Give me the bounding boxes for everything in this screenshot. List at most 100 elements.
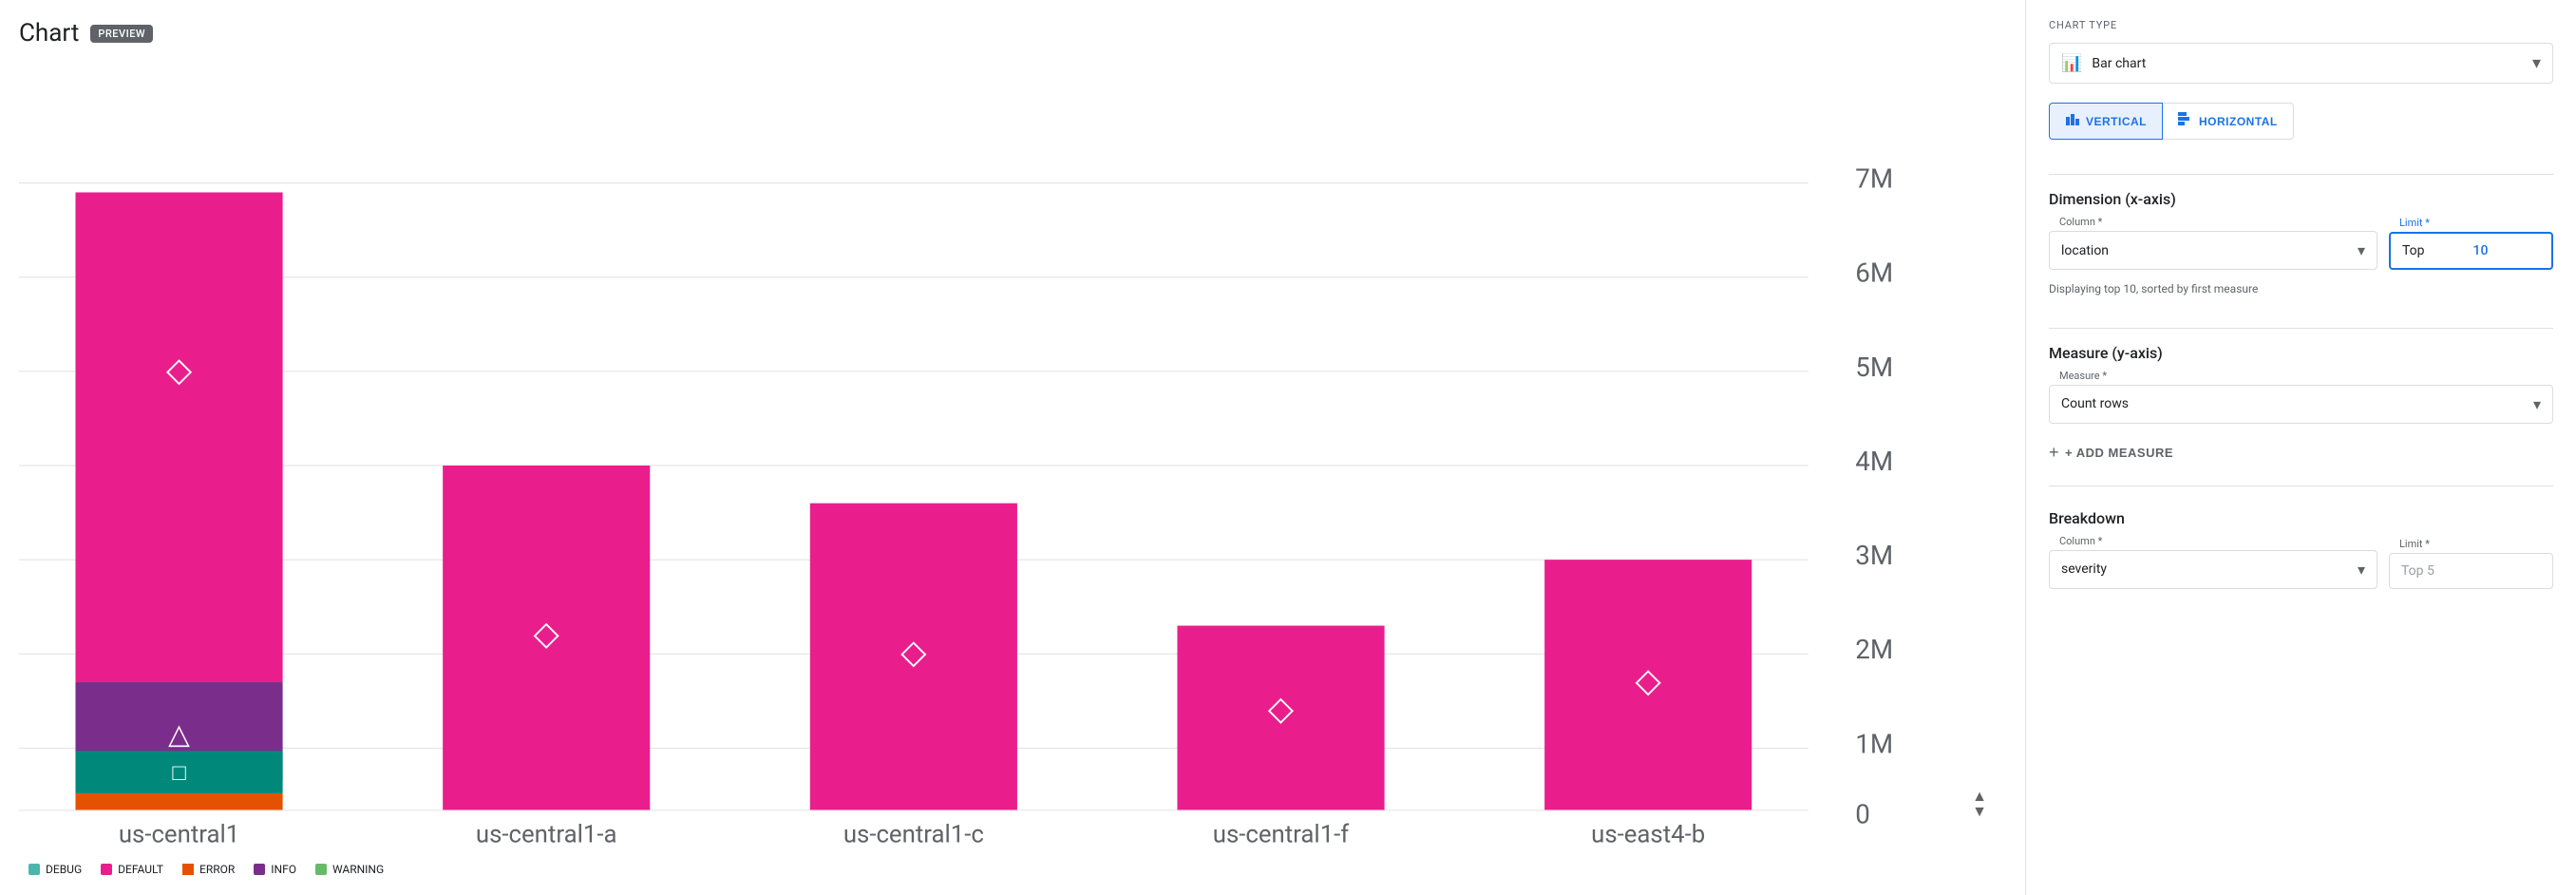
add-measure-plus-icon: + bbox=[2049, 443, 2059, 463]
breakdown-limit-placeholder[interactable]: Top 5 bbox=[2401, 563, 2541, 579]
column-label: Column * bbox=[2056, 216, 2105, 228]
chart-header: Chart PREVIEW bbox=[19, 19, 1997, 48]
breakdown-limit-input[interactable]: Top 5 bbox=[2389, 553, 2553, 589]
preview-badge: PREVIEW bbox=[90, 25, 153, 43]
breakdown-field-row: Column * severity ▾ Limit * Top 5 bbox=[2049, 543, 2553, 589]
orientation-buttons: VERTICAL HORIZONTAL bbox=[2049, 103, 2553, 140]
scroll-indicator[interactable]: ▲ ▼ bbox=[1972, 789, 1987, 819]
legend-warning: WARNING bbox=[315, 863, 384, 876]
measure-section: Measure (y-axis) Measure * Count rows ▾ … bbox=[2049, 344, 2553, 470]
bar-5-icon: ◇ bbox=[1635, 660, 1661, 700]
legend-info-label: INFO bbox=[271, 863, 296, 876]
limit-prefix: Top bbox=[2402, 243, 2470, 258]
vertical-icon bbox=[2065, 111, 2080, 131]
dimension-field-row: Column * location ▾ Limit * Top 10 bbox=[2049, 223, 2553, 270]
legend-error-dot bbox=[182, 864, 194, 875]
chart-type-label: Chart type bbox=[2049, 19, 2553, 31]
dimension-section: Dimension (x-axis) Column * location ▾ L… bbox=[2049, 190, 2553, 313]
y-label-2m: 2M bbox=[1855, 634, 1893, 665]
chart-svg: 7M 6M 5M 4M 3M 2M 1M 0 ◇ △ □ us-central1 bbox=[19, 67, 1997, 865]
breakdown-column-dropdown[interactable]: severity ▾ bbox=[2049, 550, 2377, 589]
bar-1-default bbox=[75, 192, 282, 682]
breakdown-column-label: Column * bbox=[2056, 535, 2105, 547]
scroll-down-icon[interactable]: ▼ bbox=[1972, 804, 1987, 819]
y-label-6m: 6M bbox=[1855, 257, 1893, 289]
breakdown-column-chevron: ▾ bbox=[2358, 561, 2365, 579]
measure-dropdown[interactable]: Count rows ▾ bbox=[2049, 385, 2553, 424]
legend: DEBUG DEFAULT ERROR INFO WARNING bbox=[19, 855, 1997, 876]
measure-value: Count rows bbox=[2061, 396, 2529, 411]
chart-container: 7M 6M 5M 4M 3M 2M 1M 0 ◇ △ □ us-central1 bbox=[19, 67, 1997, 876]
column-label-wrapper: Column * location ▾ bbox=[2049, 223, 2377, 270]
y-label-7m: 7M bbox=[1855, 163, 1893, 195]
measure-label-wrapper: Measure * Count rows ▾ bbox=[2049, 377, 2553, 424]
column-field-group: Column * location ▾ bbox=[2049, 223, 2377, 270]
breakdown-limit-label: Limit * bbox=[2396, 538, 2433, 550]
vertical-label: VERTICAL bbox=[2086, 115, 2147, 128]
horizontal-btn[interactable]: HORIZONTAL bbox=[2163, 103, 2294, 140]
y-label-0: 0 bbox=[1855, 799, 1870, 830]
legend-warning-label: WARNING bbox=[332, 863, 384, 876]
horizontal-icon bbox=[2178, 111, 2193, 131]
limit-input[interactable]: Top 10 bbox=[2389, 232, 2553, 270]
column-value: location bbox=[2061, 243, 2354, 258]
bar-3-icon: ◇ bbox=[900, 632, 927, 672]
y-label-5m: 5M bbox=[1855, 352, 1893, 383]
legend-default-dot bbox=[101, 864, 112, 875]
legend-debug-label: DEBUG bbox=[46, 863, 82, 876]
breakdown-column-value: severity bbox=[2061, 562, 2354, 577]
measure-chevron: ▾ bbox=[2533, 395, 2541, 413]
dimension-title: Dimension (x-axis) bbox=[2049, 190, 2553, 208]
breakdown-limit-label-wrapper: Limit * Top 5 bbox=[2389, 545, 2553, 589]
breakdown-column-group: Column * severity ▾ bbox=[2049, 543, 2377, 589]
limit-value[interactable]: 10 bbox=[2473, 243, 2541, 258]
bar-chart-icon: 📊 bbox=[2061, 53, 2082, 73]
divider-1 bbox=[2049, 174, 2553, 175]
add-measure-button[interactable]: + + ADD MEASURE bbox=[2049, 435, 2173, 470]
limit-field-group: Limit * Top 10 bbox=[2389, 224, 2553, 270]
breakdown-section: Breakdown Column * severity ▾ Limit * To… bbox=[2049, 509, 2553, 600]
y-label-1m: 1M bbox=[1855, 728, 1893, 759]
vertical-btn[interactable]: VERTICAL bbox=[2049, 103, 2163, 140]
bar-1-debug-icon: □ bbox=[172, 759, 186, 786]
chart-type-select[interactable]: 📊 Bar chart ▾ bbox=[2049, 43, 2553, 84]
chart-area: Chart PREVIEW 7M 6M 5M 4M 3M 2M 1M 0 bbox=[0, 0, 2025, 895]
bar-1-error bbox=[75, 793, 282, 810]
breakdown-title: Breakdown bbox=[2049, 509, 2553, 527]
column-dropdown[interactable]: location ▾ bbox=[2049, 231, 2377, 270]
bar-1-info-icon: △ bbox=[168, 717, 190, 751]
x-label-2: us-central1-a bbox=[476, 821, 617, 849]
x-label-1: us-central1 bbox=[119, 821, 239, 849]
chart-type-section: Chart type 📊 Bar chart ▾ bbox=[2049, 19, 2553, 84]
bar-1-default-icon: ◇ bbox=[166, 350, 193, 390]
x-label-5: us-east4-b bbox=[1591, 821, 1705, 849]
limit-label: Limit * bbox=[2396, 217, 2433, 229]
chart-type-value: Bar chart bbox=[2092, 56, 2532, 71]
chart-title: Chart bbox=[19, 19, 79, 48]
legend-info-dot bbox=[254, 864, 265, 875]
measure-title: Measure (y-axis) bbox=[2049, 344, 2553, 362]
column-chevron: ▾ bbox=[2358, 241, 2365, 259]
x-label-4: us-central1-f bbox=[1213, 821, 1350, 849]
legend-info: INFO bbox=[254, 863, 296, 876]
x-label-3: us-central1-c bbox=[843, 821, 984, 849]
legend-error: ERROR bbox=[182, 863, 235, 876]
bar-4-icon: ◇ bbox=[1268, 689, 1295, 729]
legend-error-label: ERROR bbox=[199, 863, 235, 876]
legend-debug-dot bbox=[28, 864, 40, 875]
chart-type-chevron: ▾ bbox=[2532, 53, 2541, 73]
right-panel: Chart type 📊 Bar chart ▾ VERTICAL HORIZO… bbox=[2025, 0, 2576, 895]
breakdown-limit-group: Limit * Top 5 bbox=[2389, 545, 2553, 589]
measure-field-row: Measure * Count rows ▾ bbox=[2049, 377, 2553, 424]
y-label-3m: 3M bbox=[1855, 540, 1893, 571]
horizontal-label: HORIZONTAL bbox=[2199, 115, 2278, 128]
legend-default-label: DEFAULT bbox=[118, 863, 163, 876]
legend-default: DEFAULT bbox=[101, 863, 163, 876]
limit-label-wrapper: Limit * Top 10 bbox=[2389, 224, 2553, 270]
bar-2-icon: ◇ bbox=[533, 613, 559, 653]
measure-label: Measure * bbox=[2056, 370, 2110, 382]
y-label-4m: 4M bbox=[1855, 446, 1893, 477]
dimension-hint: Displaying top 10, sorted by first measu… bbox=[2049, 281, 2553, 297]
breakdown-column-label-wrapper: Column * severity ▾ bbox=[2049, 543, 2377, 589]
divider-2 bbox=[2049, 328, 2553, 329]
